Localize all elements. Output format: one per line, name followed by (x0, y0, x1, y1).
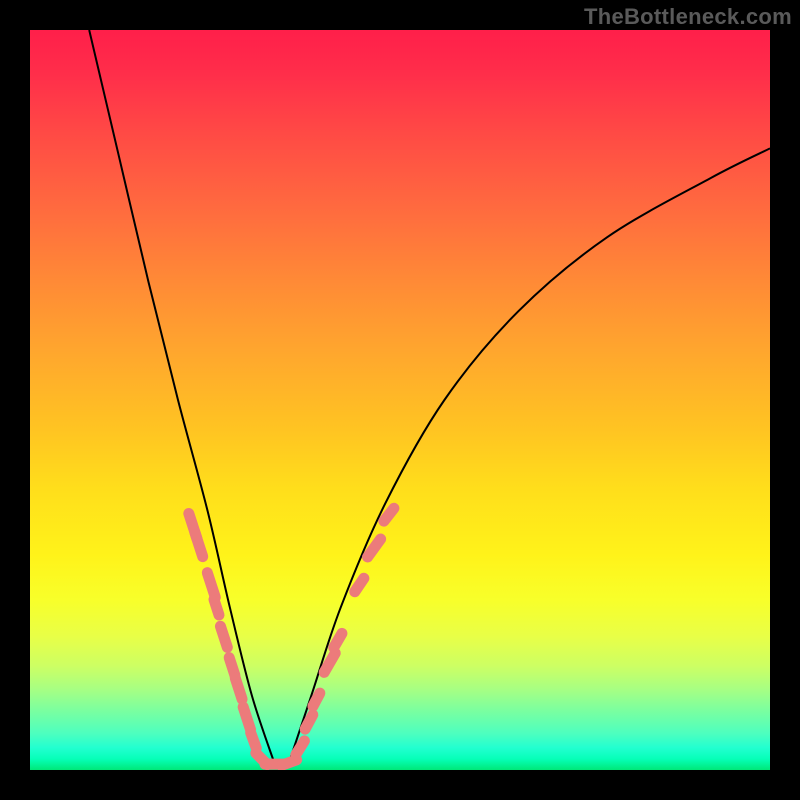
curve-marker (334, 633, 342, 647)
curve-marker (368, 539, 381, 557)
curve-marker (355, 578, 364, 591)
curve-marker (324, 653, 335, 672)
curve-marker (235, 678, 242, 699)
plot-area (30, 30, 770, 770)
curve-marker (305, 715, 313, 729)
watermark-text: TheBottleneck.com (584, 4, 792, 30)
marker-group (189, 508, 394, 765)
chart-frame: TheBottleneck.com (0, 0, 800, 800)
curve-left-branch (89, 30, 274, 763)
curve-marker (313, 693, 320, 706)
curve-marker (296, 741, 305, 755)
curve-svg (30, 30, 770, 770)
curve-group (89, 30, 770, 763)
curve-marker (214, 599, 219, 614)
curve-marker (251, 733, 257, 748)
curve-marker (281, 760, 296, 766)
curve-marker (220, 626, 227, 647)
curve-marker (229, 658, 235, 676)
curve-right-branch (289, 148, 770, 762)
curve-marker (384, 508, 394, 521)
curve-marker (195, 532, 203, 557)
curve-marker (207, 573, 215, 598)
curve-marker (243, 707, 250, 730)
